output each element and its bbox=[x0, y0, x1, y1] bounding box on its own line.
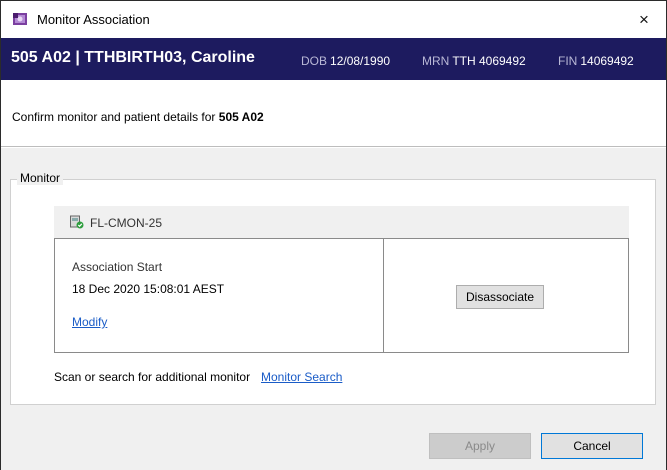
dob-label: DOB bbox=[301, 54, 328, 68]
monitor-group-legend: Monitor bbox=[17, 171, 64, 185]
monitor-association-window: Monitor Association × 505 A02 | TTHBIRTH… bbox=[0, 0, 667, 470]
patient-fin: FIN 14069492 bbox=[558, 54, 634, 68]
fin-value: 14069492 bbox=[580, 54, 634, 68]
confirm-message: Confirm monitor and patient details for … bbox=[12, 110, 264, 124]
mrn-label: MRN bbox=[422, 54, 450, 68]
patient-name: 505 A02 | TTHBIRTH03, Caroline bbox=[11, 49, 255, 66]
window-title: Monitor Association bbox=[37, 12, 150, 27]
patient-banner: 505 A02 | TTHBIRTH03, Caroline DOB 12/08/… bbox=[1, 38, 666, 80]
dob-value: 12/08/1990 bbox=[330, 54, 391, 68]
fin-label: FIN bbox=[558, 54, 578, 68]
scan-instruction: Scan or search for additional monitor bbox=[54, 370, 251, 384]
monitor-group: Monitor FL-CMON-25 Association Start 18 … bbox=[10, 171, 656, 405]
confirm-prefix: Confirm monitor and patient details for bbox=[12, 110, 219, 124]
patient-dob: DOB 12/08/1990 bbox=[301, 54, 390, 68]
device-header: FL-CMON-25 bbox=[54, 206, 629, 238]
disassociate-button[interactable]: Disassociate bbox=[456, 285, 544, 309]
confirm-section: Confirm monitor and patient details for … bbox=[1, 80, 666, 147]
title-bar[interactable]: Monitor Association × bbox=[1, 1, 666, 38]
monitor-device-icon bbox=[70, 215, 84, 229]
close-button[interactable]: × bbox=[622, 1, 666, 38]
cancel-button[interactable]: Cancel bbox=[541, 433, 643, 459]
app-icon bbox=[13, 13, 27, 25]
device-name: FL-CMON-25 bbox=[90, 216, 163, 230]
patient-mrn: MRN TTH 4069492 bbox=[422, 54, 526, 68]
apply-button[interactable]: Apply bbox=[429, 433, 531, 459]
monitor-search-link[interactable]: Monitor Search bbox=[261, 370, 342, 384]
association-start-value: 18 Dec 2020 15:08:01 AEST bbox=[72, 282, 225, 296]
association-start-label: Association Start bbox=[72, 260, 163, 274]
association-box: Association Start 18 Dec 2020 15:08:01 A… bbox=[54, 238, 629, 353]
mrn-value: TTH 4069492 bbox=[452, 54, 526, 68]
confirm-bed: 505 A02 bbox=[218, 110, 264, 124]
close-icon: × bbox=[639, 10, 649, 29]
modify-link[interactable]: Modify bbox=[72, 315, 107, 329]
content-area: Monitor FL-CMON-25 Association Start 18 … bbox=[1, 148, 666, 470]
association-divider bbox=[383, 239, 384, 352]
